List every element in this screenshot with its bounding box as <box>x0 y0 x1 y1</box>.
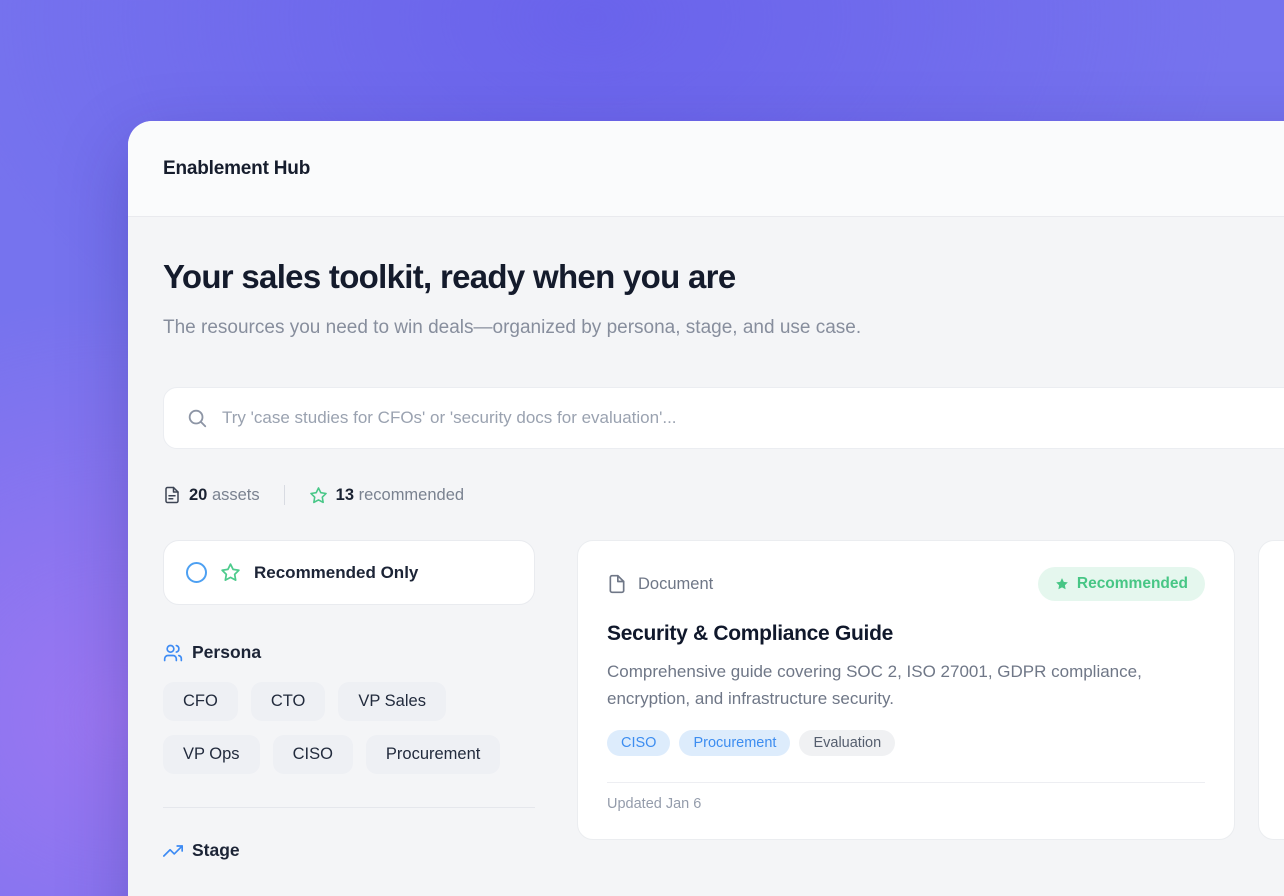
card-divider <box>607 782 1205 783</box>
stage-section-label: Stage <box>192 840 240 861</box>
card-description: Comprehensive guide covering SOC 2, ISO … <box>607 658 1187 712</box>
persona-section-label: Persona <box>192 642 261 663</box>
stats-row: 20 assets 13 recommended <box>163 485 1284 505</box>
star-outline-icon <box>309 486 328 505</box>
card-type: Document <box>607 574 713 594</box>
star-outline-icon <box>220 562 241 583</box>
app-title: Enablement Hub <box>163 158 310 180</box>
tag-ciso[interactable]: CISO <box>607 730 670 756</box>
persona-chip-vp-ops[interactable]: VP Ops <box>163 735 260 774</box>
trending-up-icon <box>163 841 183 861</box>
recommended-badge-label: Recommended <box>1077 575 1188 593</box>
recommended-badge: Recommended <box>1038 567 1205 601</box>
asset-card-partial[interactable] <box>1258 540 1284 840</box>
stage-section-header: Stage <box>163 840 535 861</box>
tag-procurement[interactable]: Procurement <box>679 730 790 756</box>
search-icon <box>186 407 208 429</box>
recommended-label: recommended <box>359 486 464 504</box>
persona-chips: CFO CTO VP Sales VP Ops CISO Procurement <box>163 682 535 774</box>
window-body: Your sales toolkit, ready when you are T… <box>128 258 1284 861</box>
content-row: Recommended Only Persona CFO <box>163 540 1284 861</box>
assets-label: assets <box>212 486 260 504</box>
desktop-background: { "header": { "app_title": "Enablement H… <box>0 0 1284 896</box>
sidebar-divider <box>163 807 535 808</box>
card-type-label: Document <box>638 575 713 594</box>
card-top-row: Document Recommended <box>607 567 1205 601</box>
persona-chip-procurement[interactable]: Procurement <box>366 735 500 774</box>
stats-divider <box>284 485 285 505</box>
recommended-only-label: Recommended Only <box>254 563 418 583</box>
document-count-icon <box>163 486 181 504</box>
search-bar[interactable] <box>163 387 1284 449</box>
persona-chip-ciso[interactable]: CISO <box>273 735 353 774</box>
star-filled-icon <box>1055 577 1069 591</box>
enablement-hub-window: Enablement Hub Your sales toolkit, ready… <box>128 121 1284 896</box>
users-icon <box>163 643 183 663</box>
page-title: Your sales toolkit, ready when you are <box>163 258 1284 296</box>
recommended-count: 13 <box>336 486 354 504</box>
assets-count: 20 <box>189 486 207 504</box>
search-input[interactable] <box>222 408 1284 428</box>
persona-section-header: Persona <box>163 642 535 663</box>
recommended-only-toggle[interactable]: Recommended Only <box>163 540 535 605</box>
asset-cards: Document Recommended Security & Complian… <box>577 540 1284 840</box>
file-icon <box>607 574 627 594</box>
tag-evaluation[interactable]: Evaluation <box>799 730 895 756</box>
recommended-stat: 13 recommended <box>309 486 464 505</box>
asset-card-security-compliance-guide[interactable]: Document Recommended Security & Complian… <box>577 540 1235 840</box>
recommended-only-radio[interactable] <box>186 562 207 583</box>
assets-stat: 20 assets <box>163 486 260 505</box>
card-tags: CISO Procurement Evaluation <box>607 730 1205 756</box>
window-header: Enablement Hub <box>128 121 1284 217</box>
card-title: Security & Compliance Guide <box>607 622 1205 646</box>
persona-chip-vp-sales[interactable]: VP Sales <box>338 682 446 721</box>
persona-chip-cfo[interactable]: CFO <box>163 682 238 721</box>
page-subtitle: The resources you need to win deals—orga… <box>163 312 978 343</box>
persona-chip-cto[interactable]: CTO <box>251 682 326 721</box>
card-updated-date: Updated Jan 6 <box>607 796 1205 812</box>
filters-sidebar: Recommended Only Persona CFO <box>163 540 535 861</box>
